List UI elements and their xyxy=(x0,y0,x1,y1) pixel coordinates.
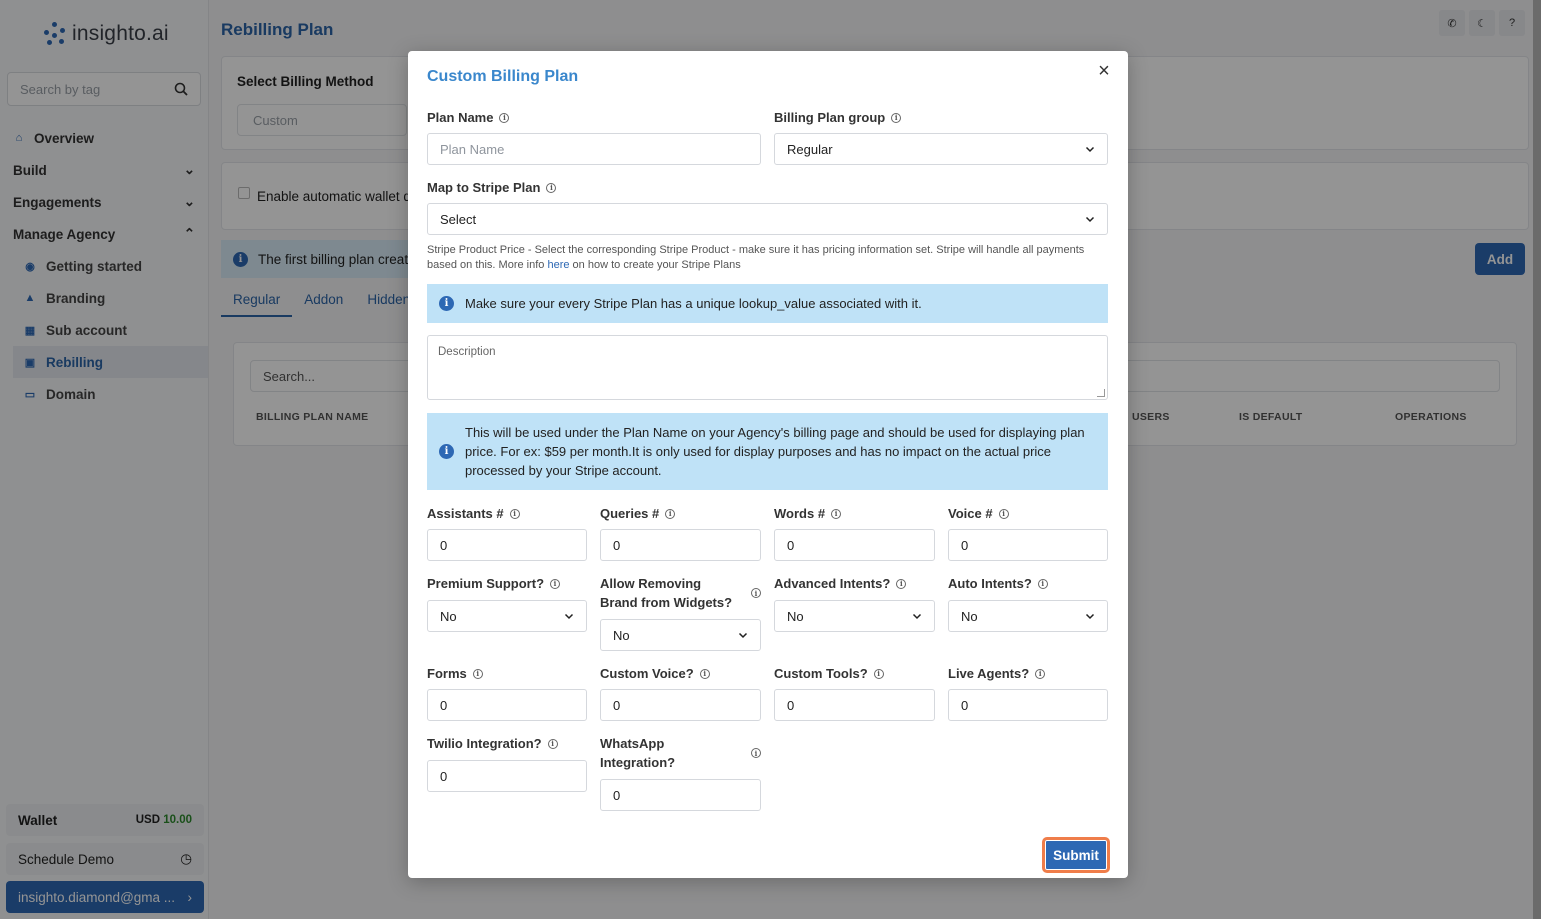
description-alert-text: This will be used under the Plan Name on… xyxy=(465,425,1085,478)
stripe-helper-text: Stripe Product Price - Select the corres… xyxy=(427,243,1107,273)
lookup-value-alert: i Make sure your every Stripe Plan has a… xyxy=(427,284,1108,323)
plan-name-input[interactable]: Plan Name xyxy=(427,133,761,165)
live-agents-input[interactable]: 0 xyxy=(948,689,1108,721)
custom-tools-label-text: Custom Tools? xyxy=(774,666,868,681)
words-input[interactable]: 0 xyxy=(774,529,935,561)
assistants-label-text: Assistants # xyxy=(427,506,504,521)
chevron-down-icon xyxy=(564,613,574,620)
info-icon: i xyxy=(831,508,842,519)
whatsapp-input[interactable]: 0 xyxy=(600,779,761,811)
helper-text-b: on how to create your Stripe Plans xyxy=(569,259,741,271)
info-icon: i xyxy=(699,668,710,679)
words-label-text: Words # xyxy=(774,506,826,521)
description-info-alert: i This will be used under the Plan Name … xyxy=(427,413,1108,490)
advanced-intents-label: Advanced Intents? i xyxy=(774,574,907,593)
custom-voice-input[interactable]: 0 xyxy=(600,689,761,721)
words-label: Words # i xyxy=(774,504,842,523)
remove-brand-label-text: Allow Removing Brand from Widgets? xyxy=(600,576,733,610)
whatsapp-label: WhatsApp Integration? i xyxy=(600,734,761,772)
scrollbar[interactable] xyxy=(1533,0,1541,919)
info-icon: i xyxy=(891,112,902,123)
live-agents-label-text: Live Agents? xyxy=(948,666,1030,681)
billing-plan-group-value: Regular xyxy=(787,141,833,157)
resize-handle-icon[interactable] xyxy=(1097,389,1105,397)
description-textarea[interactable]: Description xyxy=(427,335,1108,400)
stripe-plan-label: Map to Stripe Plan i xyxy=(427,178,557,197)
billing-plan-group-select[interactable]: Regular xyxy=(774,133,1108,165)
auto-intents-label-text: Auto Intents? xyxy=(948,576,1032,591)
queries-label: Queries # i xyxy=(600,504,676,523)
assistants-label: Assistants # i xyxy=(427,504,520,523)
forms-label: Forms i xyxy=(427,664,483,683)
plan-name-label-text: Plan Name xyxy=(427,110,494,125)
info-icon: i xyxy=(1037,578,1048,589)
whatsapp-label-text: WhatsApp Integration? xyxy=(600,736,676,770)
chevron-down-icon xyxy=(912,613,922,620)
assistants-input[interactable]: 0 xyxy=(427,529,587,561)
premium-support-label: Premium Support? i xyxy=(427,574,561,593)
premium-support-select[interactable]: No xyxy=(427,600,587,632)
chevron-down-icon xyxy=(1085,216,1095,223)
plan-name-label: Plan Name i xyxy=(427,108,510,127)
info-icon: i xyxy=(439,444,454,459)
voice-label: Voice # i xyxy=(948,504,1009,523)
info-icon: i xyxy=(546,182,557,193)
lookup-alert-text: Make sure your every Stripe Plan has a u… xyxy=(465,296,922,311)
live-agents-label: Live Agents? i xyxy=(948,664,1046,683)
submit-button[interactable]: Submit xyxy=(1042,837,1110,873)
info-icon: i xyxy=(472,668,483,679)
modal-title: Custom Billing Plan xyxy=(427,68,579,85)
info-icon: i xyxy=(751,588,761,598)
remove-brand-label: Allow Removing Brand from Widgets? i xyxy=(600,574,761,612)
remove-brand-select[interactable]: No xyxy=(600,619,761,651)
voice-label-text: Voice # xyxy=(948,506,993,521)
voice-input[interactable]: 0 xyxy=(948,529,1108,561)
stripe-plan-value: Select xyxy=(440,211,477,227)
stripe-help-link[interactable]: here xyxy=(547,259,569,271)
advanced-intents-label-text: Advanced Intents? xyxy=(774,576,891,591)
custom-tools-label: Custom Tools? i xyxy=(774,664,884,683)
stripe-plan-label-text: Map to Stripe Plan xyxy=(427,180,541,195)
billing-plan-group-label: Billing Plan group i xyxy=(774,108,902,127)
info-icon: i xyxy=(1035,668,1046,679)
auto-intents-select[interactable]: No xyxy=(948,600,1108,632)
info-icon: i xyxy=(509,508,520,519)
info-icon: i xyxy=(751,748,761,758)
chevron-down-icon xyxy=(1085,613,1095,620)
premium-support-value: No xyxy=(440,608,457,624)
auto-intents-value: No xyxy=(961,608,978,624)
info-icon: i xyxy=(547,738,558,749)
stripe-plan-select[interactable]: Select xyxy=(427,203,1108,235)
custom-billing-plan-modal: Custom Billing Plan × Plan Name i Plan Na… xyxy=(408,51,1128,878)
remove-brand-value: No xyxy=(613,627,630,643)
info-icon: i xyxy=(873,668,884,679)
chevron-down-icon xyxy=(738,632,748,639)
advanced-intents-select[interactable]: No xyxy=(774,600,935,632)
billing-plan-group-label-text: Billing Plan group xyxy=(774,110,886,125)
queries-label-text: Queries # xyxy=(600,506,660,521)
info-icon: i xyxy=(896,578,907,589)
close-icon[interactable]: × xyxy=(1094,61,1114,81)
description-placeholder: Description xyxy=(438,346,496,358)
custom-voice-label-text: Custom Voice? xyxy=(600,666,694,681)
info-icon: i xyxy=(998,508,1009,519)
advanced-intents-value: No xyxy=(787,608,804,624)
info-icon: i xyxy=(439,296,454,311)
info-icon: i xyxy=(550,578,561,589)
twilio-label-text: Twilio Integration? xyxy=(427,736,542,751)
twilio-input[interactable]: 0 xyxy=(427,760,587,792)
twilio-label: Twilio Integration? i xyxy=(427,734,558,753)
forms-input[interactable]: 0 xyxy=(427,689,587,721)
premium-support-label-text: Premium Support? xyxy=(427,576,545,591)
chevron-down-icon xyxy=(1085,146,1095,153)
custom-voice-label: Custom Voice? i xyxy=(600,664,710,683)
info-icon: i xyxy=(665,508,676,519)
queries-input[interactable]: 0 xyxy=(600,529,761,561)
custom-tools-input[interactable]: 0 xyxy=(774,689,935,721)
info-icon: i xyxy=(499,112,510,123)
helper-text-a: Stripe Product Price - Select the corres… xyxy=(427,244,1085,271)
forms-label-text: Forms xyxy=(427,666,467,681)
auto-intents-label: Auto Intents? i xyxy=(948,574,1048,593)
